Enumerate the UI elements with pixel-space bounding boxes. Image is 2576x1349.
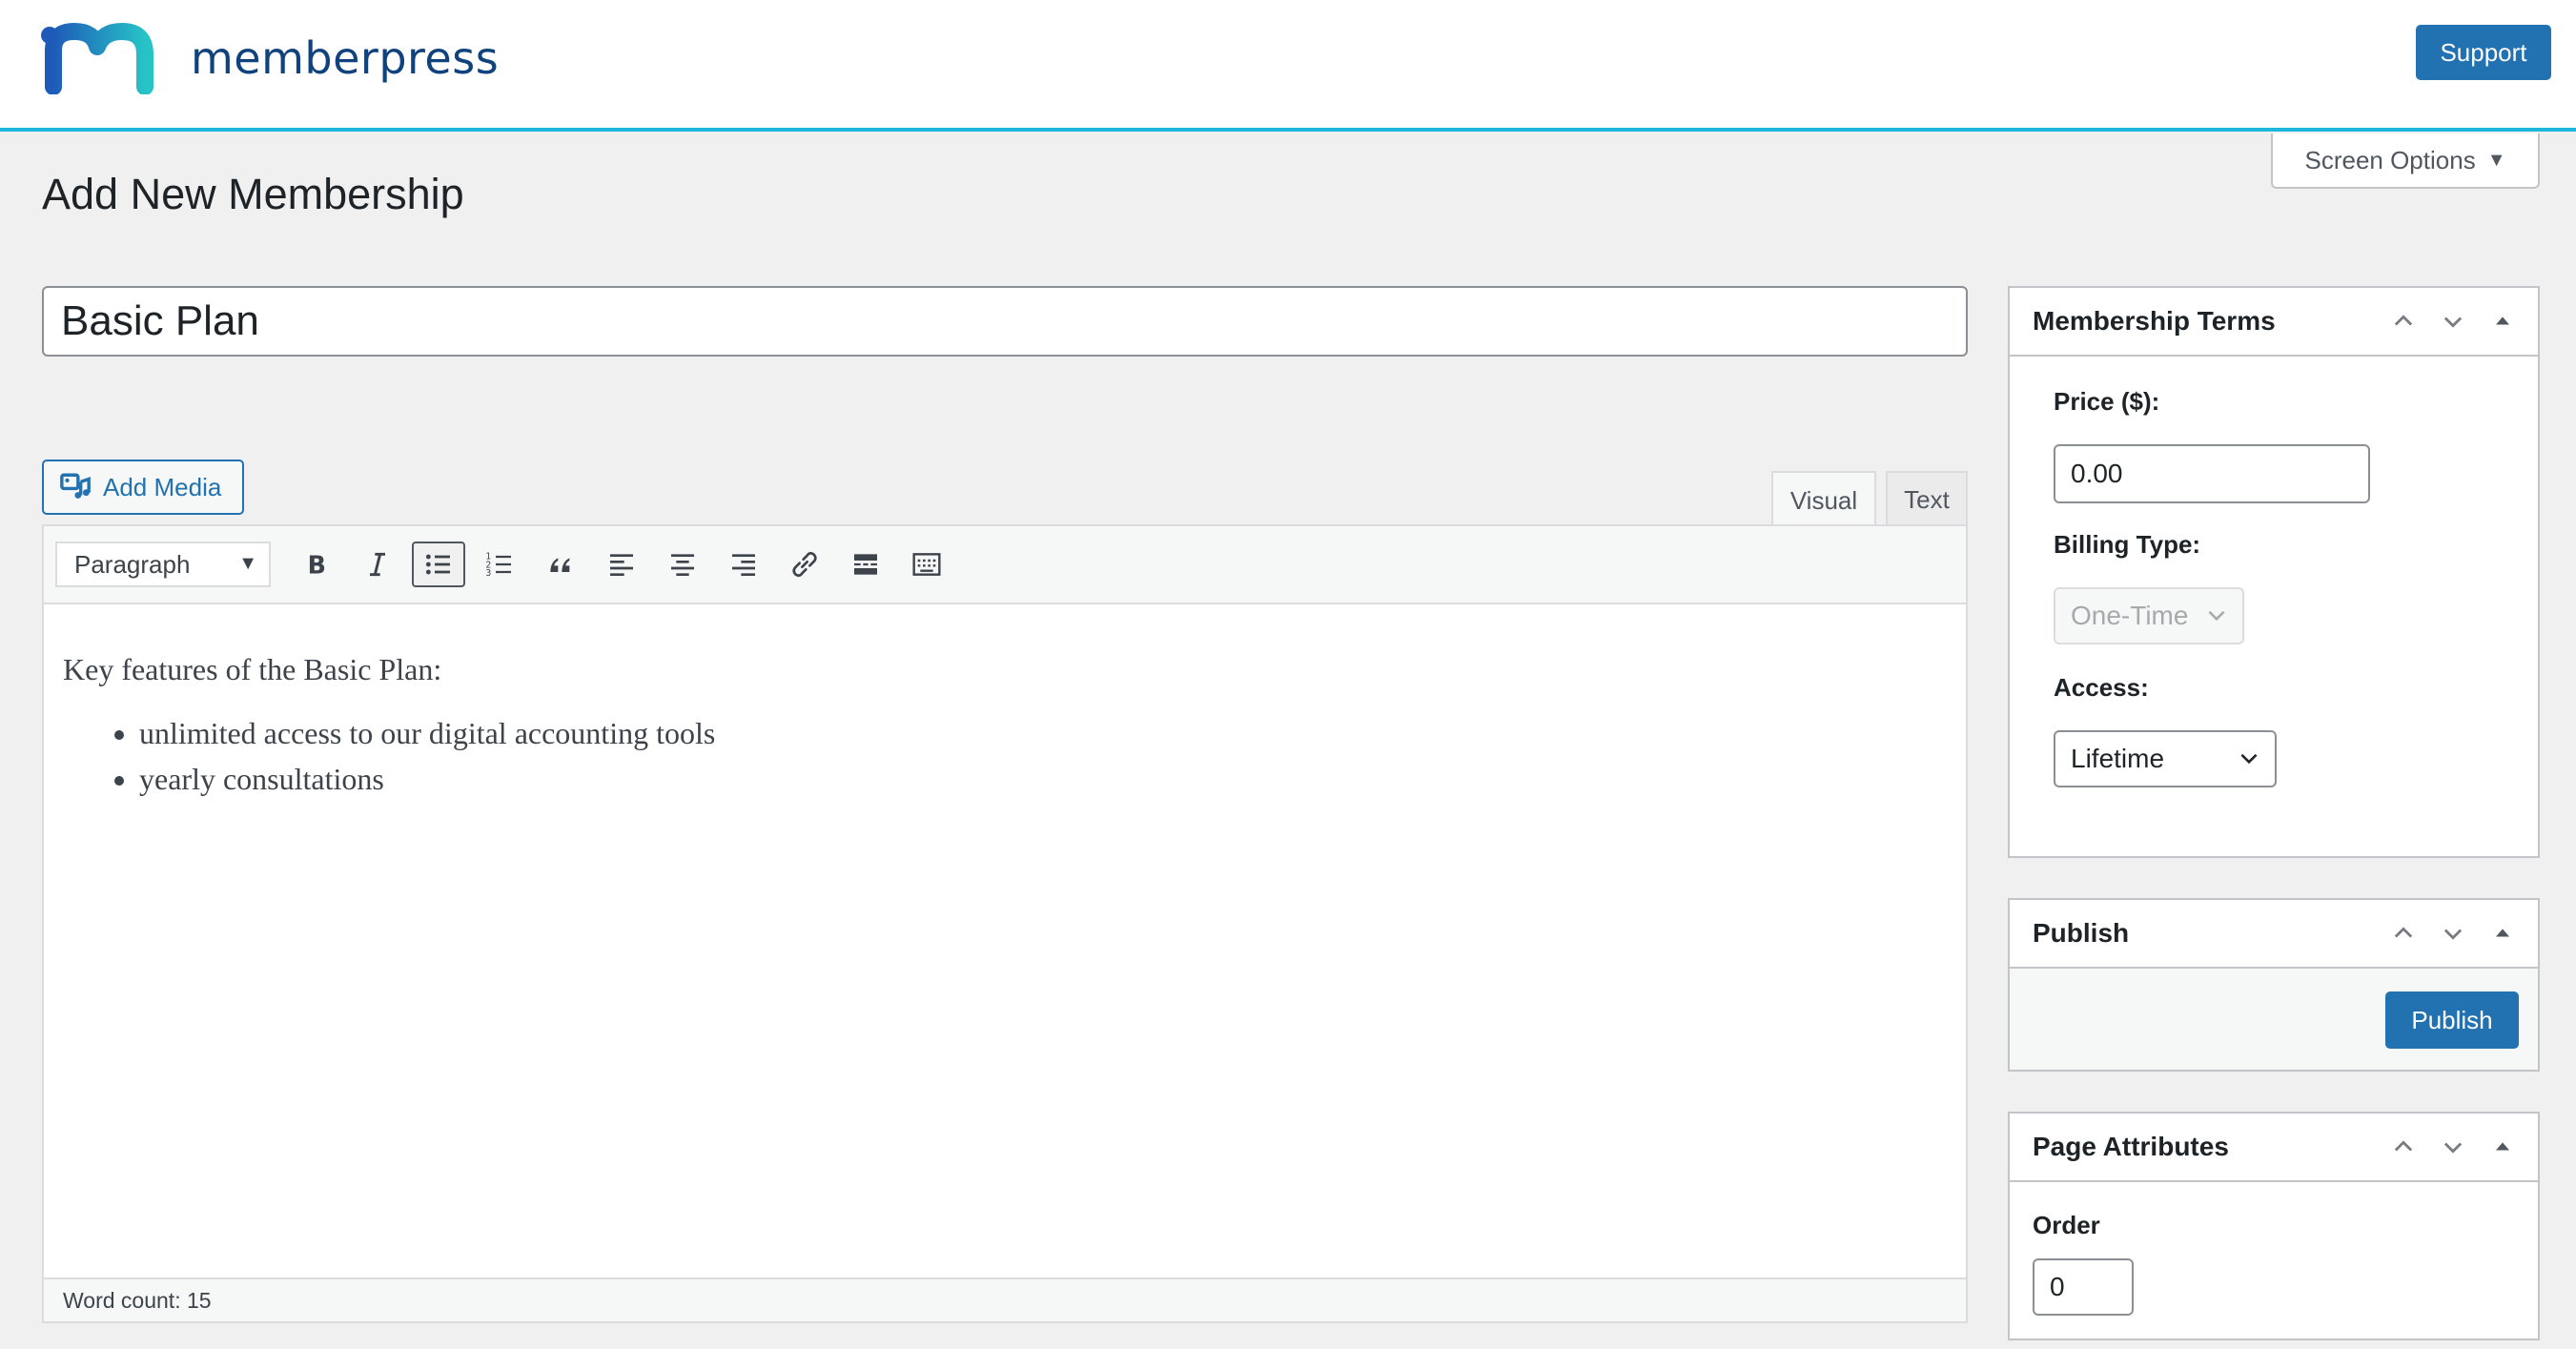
publish-actions: Publish [2010,969,2538,1070]
bullet-list-button[interactable] [412,542,465,587]
format-select-value: Paragraph [74,549,191,579]
chevron-down-icon [2240,753,2258,765]
content-editor: Paragraph ▼ B 1 2 3 Key features of the … [42,524,1968,1323]
align-right-button[interactable] [717,542,770,587]
format-select[interactable]: Paragraph ▼ [55,542,271,587]
publish-box: Publish Publish [2008,898,2540,1072]
collapse-toggle-icon[interactable] [2486,917,2519,950]
access-label: Access: [2054,673,2149,702]
list-item: unlimited access to our digital accounti… [139,710,1947,756]
order-input[interactable]: 0 [2033,1258,2134,1316]
publish-header: Publish [2010,900,2538,969]
top-header: memberpress Support [0,0,2576,132]
list-item: yearly consultations [139,756,1947,802]
membership-terms-box: Membership Terms Price ($): 0.00 Billing… [2008,286,2540,858]
blockquote-button[interactable] [534,542,587,587]
move-down-icon[interactable] [2437,917,2469,950]
publish-button[interactable]: Publish [2385,991,2519,1049]
bold-button[interactable]: B [290,542,343,587]
align-center-button[interactable] [656,542,709,587]
word-count: Word count: 15 [44,1277,1966,1321]
page-attributes-box: Page Attributes Order 0 [2008,1112,2540,1340]
align-right-icon [732,554,755,576]
caret-down-icon: ▼ [238,553,257,574]
move-down-icon[interactable] [2437,305,2469,337]
bullet-list-icon [425,554,450,575]
numbered-list-button[interactable]: 1 2 3 [473,542,526,587]
screen-options-button[interactable]: Screen Options ▼ [2271,133,2540,189]
insert-link-button[interactable] [778,542,831,587]
access-value: Lifetime [2071,744,2165,773]
tab-visual[interactable]: Visual [1771,471,1876,528]
billing-type-value: One-Time [2071,601,2189,630]
move-down-icon[interactable] [2437,1131,2469,1163]
title-input[interactable]: Basic Plan [42,286,1968,357]
quote-icon [550,558,570,572]
page-attributes-title: Page Attributes [2033,1132,2229,1161]
order-label: Order [2033,1211,2100,1239]
collapse-toggle-icon[interactable] [2486,305,2519,337]
bold-icon: B [308,550,326,579]
italic-button[interactable] [351,542,404,587]
add-media-label: Add Media [103,472,222,501]
logo-text: memberpress [191,32,500,84]
media-icon [60,473,91,499]
move-up-icon[interactable] [2387,305,2420,337]
tab-text[interactable]: Text [1886,471,1968,526]
intro-paragraph: Key features of the Basic Plan: [63,652,442,686]
memberpress-logo[interactable]: memberpress [40,21,499,95]
billing-type-select[interactable]: One-Time [2054,587,2244,644]
box-handles [2387,1131,2519,1163]
link-icon [792,551,817,578]
support-button[interactable]: Support [2416,25,2551,80]
box-handles [2387,305,2519,337]
membership-terms-title: Membership Terms [2033,306,2276,336]
feature-list: unlimited access to our digital accounti… [139,710,1947,802]
price-input[interactable]: 0.00 [2054,444,2370,503]
billing-type-label: Billing Type: [2054,530,2201,559]
box-handles [2387,917,2519,950]
access-select[interactable]: Lifetime [2054,730,2277,787]
page-title: Add New Membership [42,170,464,218]
svg-text:B: B [308,550,326,579]
triangle-down-icon: ▼ [2486,149,2506,171]
collapse-toggle-icon[interactable] [2486,1131,2519,1163]
page-attributes-header: Page Attributes [2010,1114,2538,1182]
publish-title: Publish [2033,918,2130,948]
chevron-down-icon [2208,610,2225,622]
numbered-list-icon: 1 2 3 [485,552,511,579]
italic-icon [370,552,385,577]
price-label: Price ($): [2054,387,2160,416]
add-media-button[interactable]: Add Media [42,460,244,515]
align-left-icon [610,554,633,576]
memberpress-logo-icon [41,23,153,94]
editor-content[interactable]: Key features of the Basic Plan: unlimite… [44,604,1966,802]
screen-options-label: Screen Options [2304,145,2476,174]
toolbar-toggle-button[interactable] [900,542,953,587]
move-up-icon[interactable] [2387,917,2420,950]
keyboard-icon [912,553,941,576]
editor-toolbar: Paragraph ▼ B 1 2 3 [44,526,1966,604]
read-more-button[interactable] [839,542,892,587]
move-up-icon[interactable] [2387,1131,2420,1163]
align-left-button[interactable] [595,542,648,587]
membership-terms-header: Membership Terms [2010,288,2538,357]
read-more-icon [854,554,877,575]
align-center-icon [671,554,694,576]
svg-text:3: 3 [485,568,491,579]
